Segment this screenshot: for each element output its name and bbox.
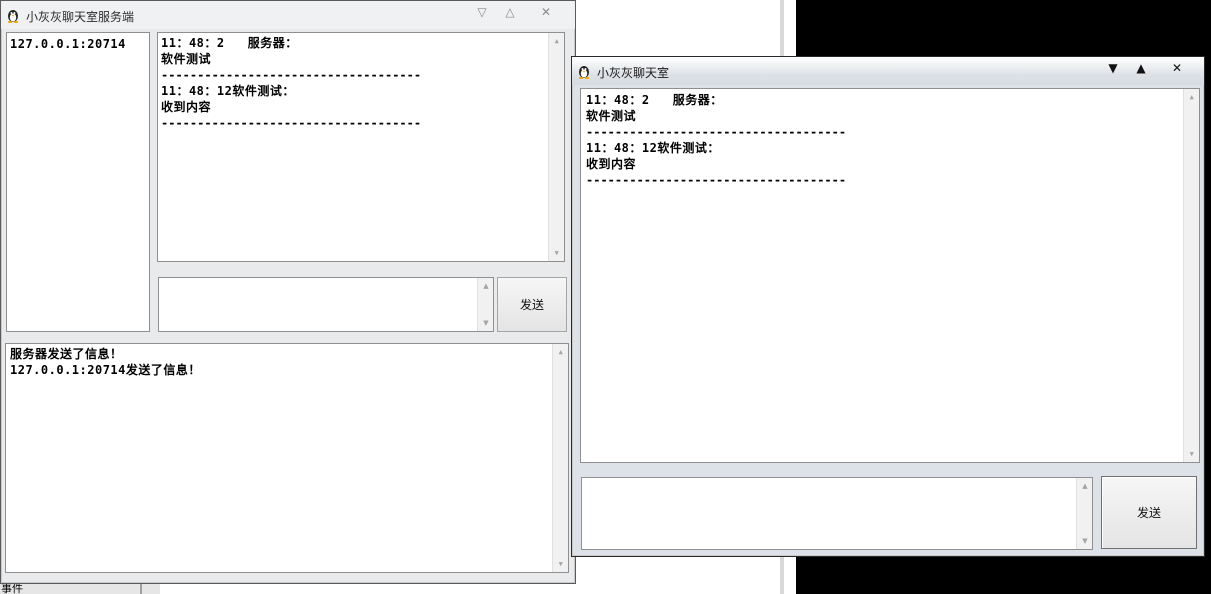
minimize-icon: ▼ — [1108, 61, 1118, 75]
scroll-up-arrow-icon[interactable]: ▲ — [1184, 89, 1199, 105]
client-send-label: 发送 — [1136, 506, 1161, 520]
scroll-down-arrow-icon[interactable]: ▼ — [478, 315, 493, 331]
penguin-icon — [7, 10, 19, 23]
message-separator: ------------------------------------ — [161, 116, 422, 130]
server-log-scrollbar[interactable]: ▲ ▼ — [552, 344, 568, 572]
message-body: 收到内容 — [586, 157, 637, 171]
client-close-button[interactable]: ✕ — [1166, 60, 1188, 76]
scrollbar-track[interactable] — [1079, 494, 1090, 533]
server-send-label: 发送 — [519, 298, 544, 312]
server-message-history[interactable]: 11：48：2 服务器： 软件测试 ----------------------… — [157, 32, 565, 262]
minimize-icon: ▽ — [477, 5, 487, 19]
client-maximize-button[interactable]: ▲ — [1130, 60, 1152, 76]
scroll-up-arrow-icon[interactable]: ▲ — [553, 344, 568, 360]
client-input-scrollbar[interactable]: ▲ ▼ — [1076, 478, 1092, 549]
scroll-up-arrow-icon[interactable]: ▲ — [549, 33, 564, 49]
scrollbar-track[interactable] — [551, 49, 562, 245]
message-separator: ------------------------------------ — [586, 125, 847, 139]
scroll-down-arrow-icon[interactable]: ▼ — [553, 556, 568, 572]
scrollbar-track[interactable] — [480, 294, 491, 315]
client-input-text — [582, 478, 1092, 482]
scroll-down-arrow-icon[interactable]: ▼ — [1184, 446, 1199, 462]
message-header: 11：48：2 服务器： — [161, 36, 298, 50]
client-message-history[interactable]: 11：48：2 服务器： 软件测试 ----------------------… — [580, 88, 1200, 463]
message-separator: ------------------------------------ — [586, 173, 847, 187]
client-list-item[interactable]: 127.0.0.1:20714 — [10, 36, 146, 52]
client-send-button[interactable]: 发送 — [1101, 476, 1197, 549]
message-header: 11：48：12软件测试： — [586, 141, 720, 155]
close-icon: ✕ — [540, 5, 552, 19]
message-body: 软件测试 — [586, 109, 637, 123]
client-history-scrollbar[interactable]: ▲ ▼ — [1183, 89, 1199, 462]
maximize-icon: ▲ — [1136, 61, 1146, 75]
client-message-input[interactable]: ▲ ▼ — [581, 477, 1093, 550]
server-maximize-button[interactable]: △ — [499, 4, 521, 20]
server-close-button[interactable]: ✕ — [535, 4, 557, 20]
message-separator: ------------------------------------ — [161, 68, 422, 82]
maximize-icon: △ — [505, 5, 515, 19]
server-history-scrollbar[interactable]: ▲ ▼ — [548, 33, 564, 261]
penguin-icon — [578, 66, 590, 79]
message-header: 11：48：12软件测试： — [161, 84, 295, 98]
scrollbar-track[interactable] — [1186, 105, 1197, 446]
scroll-down-arrow-icon[interactable]: ▼ — [1077, 533, 1092, 549]
scroll-down-arrow-icon[interactable]: ▼ — [549, 245, 564, 261]
server-window: 小灰灰聊天室服务端 ▽ △ ✕ 127.0.0.1:20714 11：48：2 … — [0, 0, 576, 584]
client-window-title: 小灰灰聊天室 — [597, 66, 670, 80]
client-window: 小灰灰聊天室 ▼ ▲ ✕ 11：48：2 服务器： 软件测试 ---------… — [571, 56, 1205, 557]
server-send-button[interactable]: 发送 — [497, 277, 567, 332]
server-input-scrollbar[interactable]: ▲ ▼ — [477, 278, 493, 331]
message-body: 软件测试 — [161, 52, 212, 66]
log-entry: 127.0.0.1:20714发送了信息！ — [10, 363, 201, 377]
client-minimize-button[interactable]: ▼ — [1102, 60, 1124, 76]
server-titlebar[interactable]: 小灰灰聊天室服务端 ▽ △ ✕ — [1, 1, 575, 29]
scroll-up-arrow-icon[interactable]: ▲ — [1077, 478, 1092, 494]
client-titlebar[interactable]: 小灰灰聊天室 ▼ ▲ ✕ — [572, 57, 1204, 85]
close-icon: ✕ — [1171, 61, 1183, 75]
server-minimize-button[interactable]: ▽ — [471, 4, 493, 20]
server-input-text — [159, 278, 493, 282]
server-message-input[interactable]: ▲ ▼ — [158, 277, 494, 332]
server-event-log[interactable]: 服务器发送了信息！ 127.0.0.1:20714发送了信息！ ▲ ▼ — [5, 343, 569, 573]
scroll-up-arrow-icon[interactable]: ▲ — [478, 278, 493, 294]
message-body: 收到内容 — [161, 100, 212, 114]
message-header: 11：48：2 服务器： — [586, 93, 723, 107]
log-entry: 服务器发送了信息！ — [10, 347, 123, 361]
server-window-title: 小灰灰聊天室服务端 — [26, 10, 135, 24]
scrollbar-track[interactable] — [555, 360, 566, 556]
client-list[interactable]: 127.0.0.1:20714 — [6, 32, 150, 332]
